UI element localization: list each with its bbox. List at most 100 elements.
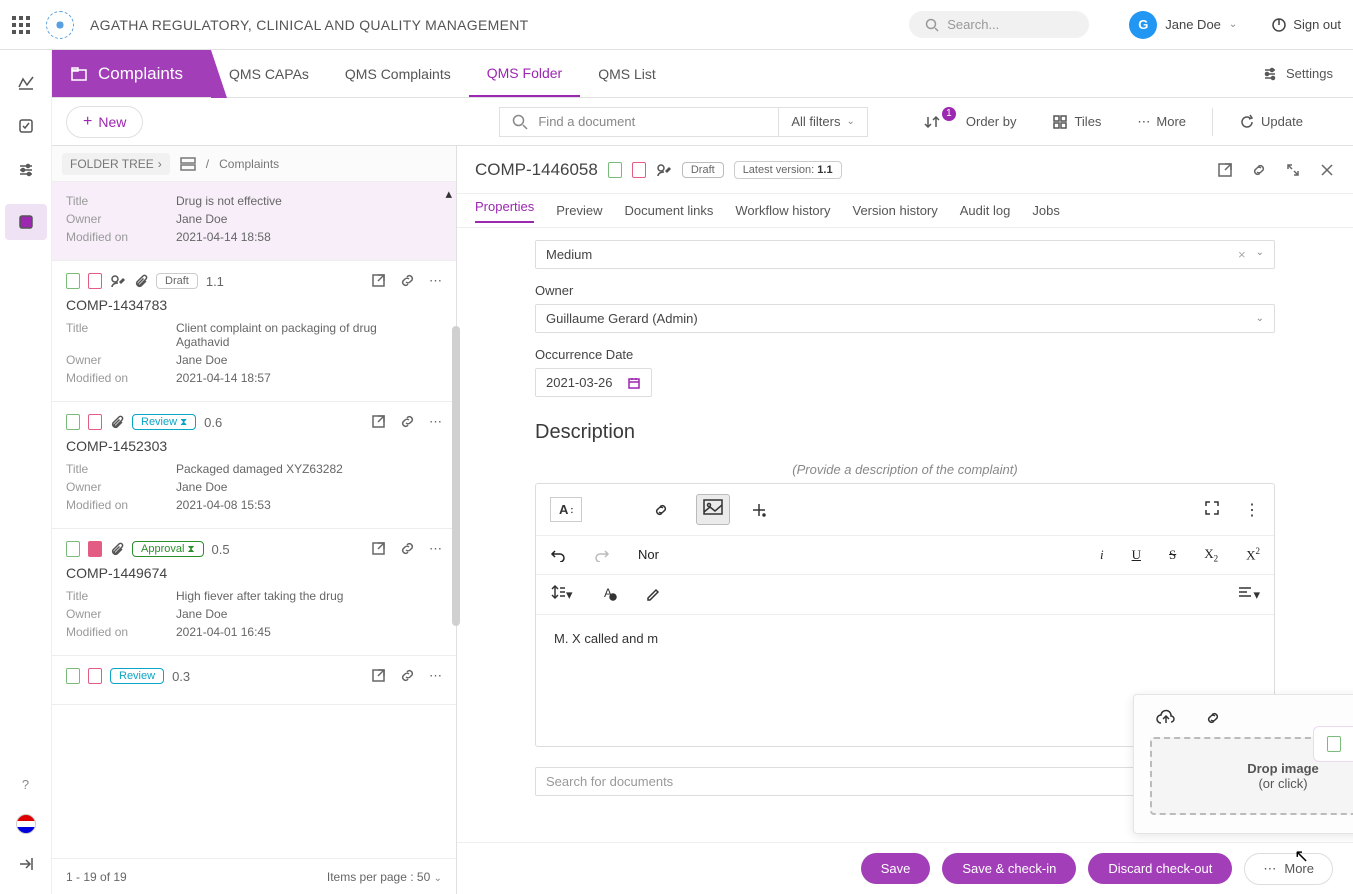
list-item[interactable]: Review ⧗ 0.6 ⋯ COMP-1452303 TitlePackage… (52, 402, 456, 529)
tab-audit-log[interactable]: Audit log (960, 203, 1011, 218)
save-button[interactable]: Save (861, 853, 931, 884)
footer-more-button[interactable]: ⋯ More (1244, 853, 1333, 885)
insert-icon[interactable] (750, 501, 768, 519)
sign-out-button[interactable]: Sign out (1271, 17, 1341, 33)
find-document-input[interactable]: Find a document (499, 107, 779, 137)
tab-preview[interactable]: Preview (556, 203, 602, 218)
order-by-button[interactable]: 1 Order by (914, 114, 1027, 130)
side-clipboard-button[interactable] (1313, 726, 1353, 762)
main-tab-complaints[interactable]: Complaints (52, 50, 211, 97)
redo-icon[interactable] (594, 548, 610, 562)
tab-version-history[interactable]: Version history (853, 203, 938, 218)
occurrence-date-input[interactable]: 2021-03-26 (535, 368, 652, 397)
discard-checkout-button[interactable]: Discard check-out (1088, 853, 1232, 884)
tab-jobs[interactable]: Jobs (1032, 203, 1059, 218)
new-button[interactable]: + New (66, 106, 143, 138)
chevron-right-icon: › (158, 157, 162, 171)
breadcrumb-item[interactable]: Complaints (219, 157, 279, 171)
link-icon[interactable] (1204, 709, 1222, 727)
apps-grid-icon[interactable] (12, 16, 30, 34)
update-button[interactable]: Update (1229, 114, 1313, 130)
complaints-module-icon[interactable] (5, 204, 47, 240)
global-search-input[interactable]: Search... (909, 11, 1089, 38)
tab-qms-folder[interactable]: QMS Folder (469, 50, 580, 97)
more-icon[interactable]: ⋯ (429, 541, 442, 557)
link-icon[interactable] (1251, 162, 1267, 178)
collapse-sidebar-icon[interactable] (16, 854, 36, 874)
dots-icon: ⋯ (1137, 114, 1150, 130)
clear-icon[interactable]: × (1238, 247, 1246, 262)
more-icon[interactable]: ⋯ (429, 273, 442, 289)
field-label: Title (66, 321, 176, 349)
tab-workflow-history[interactable]: Workflow history (735, 203, 830, 218)
version-text: 0.5 (212, 542, 230, 557)
link-icon[interactable] (400, 273, 415, 288)
text-styles-button[interactable]: A: (550, 497, 582, 522)
version-chip[interactable]: Latest version: 1.1 (734, 161, 842, 179)
tasks-icon[interactable] (16, 116, 36, 136)
open-icon[interactable] (371, 273, 386, 288)
italic-button[interactable]: i (1100, 547, 1104, 563)
scroll-up-icon[interactable]: ▴ (445, 186, 452, 202)
status-chip: Review ⧗ (132, 414, 196, 430)
save-checkin-button[interactable]: Save & check-in (942, 853, 1076, 884)
analytics-icon[interactable] (16, 72, 36, 92)
open-icon[interactable] (371, 541, 386, 556)
grid-icon (1052, 114, 1068, 130)
tiles-label: Tiles (1074, 114, 1101, 129)
sign-out-label: Sign out (1293, 17, 1341, 32)
tab-doc-links[interactable]: Document links (625, 203, 714, 218)
fullscreen-icon[interactable] (1204, 500, 1220, 516)
link-icon[interactable] (400, 414, 415, 429)
link-icon[interactable] (652, 501, 670, 519)
superscript-button[interactable]: X2 (1246, 546, 1260, 563)
language-flag-icon[interactable] (16, 814, 36, 834)
owner-value: Guillaume Gerard (Admin) (546, 311, 698, 326)
link-icon[interactable] (400, 541, 415, 556)
owner-select[interactable]: Guillaume Gerard (Admin) ⌄ (535, 304, 1275, 333)
open-icon[interactable] (371, 668, 386, 683)
list-item[interactable]: Approval ⧗ 0.5 ⋯ COMP-1449674 TitleHigh … (52, 529, 456, 656)
text-color-button[interactable]: A (601, 585, 617, 604)
all-filters-button[interactable]: All filters ⌄ (779, 107, 868, 137)
strikethrough-button[interactable]: S (1169, 547, 1176, 563)
date-value: 2021-03-26 (546, 375, 613, 390)
more-button[interactable]: ⋯ More (1127, 114, 1196, 130)
user-menu[interactable]: G Jane Doe ⌄ (1129, 11, 1237, 39)
open-icon[interactable] (371, 414, 386, 429)
tab-qms-capas[interactable]: QMS CAPAs (211, 50, 327, 97)
expand-icon[interactable] (1285, 162, 1301, 178)
close-icon[interactable] (1319, 162, 1335, 178)
list-item[interactable]: Review 0.3 ⋯ (52, 656, 456, 705)
link-icon[interactable] (400, 668, 415, 683)
list-item[interactable]: TitleDrug is not effective OwnerJane Doe… (52, 182, 456, 261)
more-icon[interactable]: ⋯ (429, 668, 442, 684)
items-per-page[interactable]: Items per page : 50 ⌄ (327, 870, 442, 884)
list-item[interactable]: Draft 1.1 ⋯ COMP-1434783 TitleClient com… (52, 261, 456, 402)
field-value: Jane Doe (176, 480, 227, 494)
refresh-icon (1239, 114, 1255, 130)
help-icon[interactable]: ? (16, 774, 36, 794)
align-button[interactable]: ▾ (1237, 585, 1260, 603)
filters-icon[interactable] (16, 160, 36, 180)
underline-button[interactable]: U (1132, 547, 1141, 563)
detail-header: COMP-1446058 Draft Latest version: 1.1 (457, 146, 1353, 194)
priority-select[interactable]: Medium ×⌄ (535, 240, 1275, 269)
cloud-upload-icon[interactable] (1156, 709, 1176, 727)
folder-tree-button[interactable]: FOLDER TREE › (62, 153, 170, 175)
tiles-button[interactable]: Tiles (1042, 114, 1111, 130)
undo-icon[interactable] (550, 548, 566, 562)
tab-qms-list[interactable]: QMS List (580, 50, 674, 97)
paperclip-icon (110, 415, 124, 429)
kebab-icon[interactable]: ⋮ (1244, 500, 1260, 520)
popup-icon[interactable] (1217, 162, 1233, 178)
highlight-button[interactable] (645, 585, 661, 604)
subscript-button[interactable]: X2 (1204, 546, 1218, 564)
insert-image-button[interactable] (696, 494, 730, 525)
tab-properties[interactable]: Properties (475, 199, 534, 223)
paragraph-style-select[interactable]: Nor (638, 547, 659, 562)
settings-button[interactable]: Settings (1242, 50, 1353, 97)
tab-qms-complaints[interactable]: QMS Complaints (327, 50, 469, 97)
line-height-button[interactable]: ▾ (550, 585, 573, 603)
more-icon[interactable]: ⋯ (429, 414, 442, 430)
